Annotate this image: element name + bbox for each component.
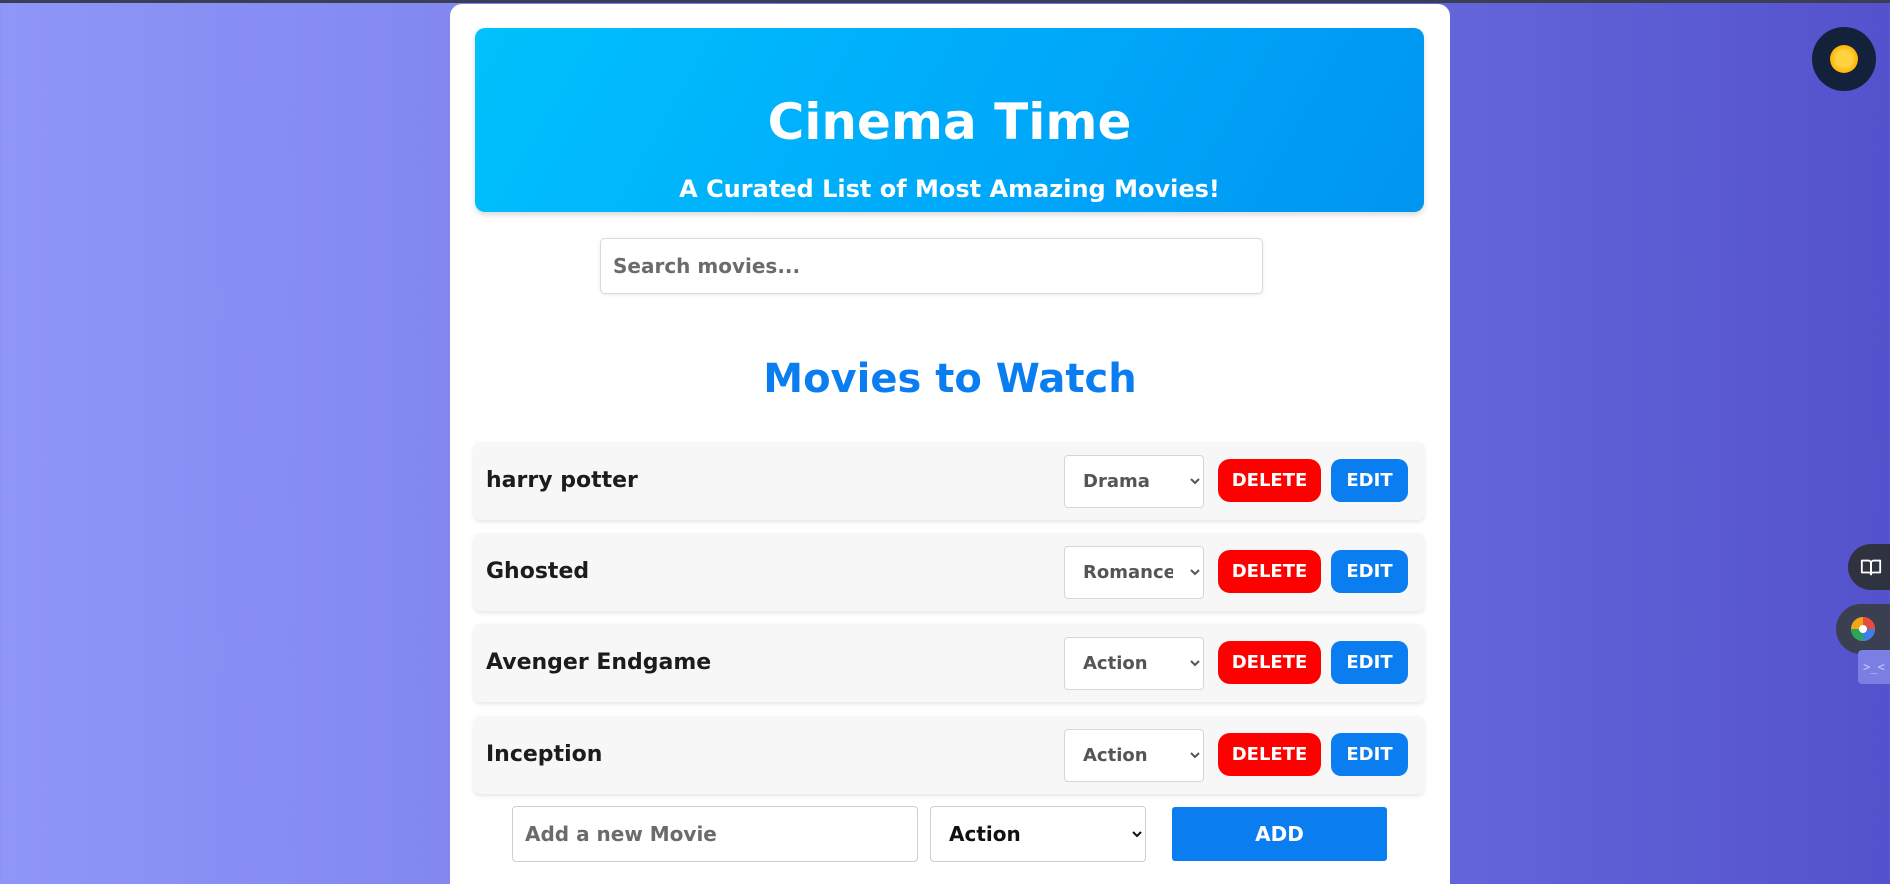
new-movie-input[interactable]	[512, 806, 918, 862]
reader-button[interactable]	[1848, 544, 1890, 590]
movie-row: Inception Action DELETE EDIT	[474, 716, 1424, 794]
page-title: Cinema Time	[767, 93, 1132, 151]
movie-row: Ghosted Romance DELETE EDIT	[474, 533, 1424, 611]
color-wheel-icon	[1851, 617, 1875, 641]
delete-button[interactable]: DELETE	[1218, 550, 1321, 593]
browser-top-border	[0, 0, 1890, 3]
extension-button[interactable]	[1836, 604, 1890, 654]
genre-select[interactable]: Action	[1064, 637, 1204, 690]
movie-name: Inception	[486, 742, 603, 767]
movie-name: Avenger Endgame	[486, 650, 712, 675]
sun-icon	[1830, 45, 1858, 73]
edit-button[interactable]: EDIT	[1331, 733, 1408, 776]
movie-name: Ghosted	[486, 559, 590, 584]
genre-select[interactable]: Romance	[1064, 546, 1204, 599]
edit-button[interactable]: EDIT	[1331, 550, 1408, 593]
add-movie-button[interactable]: ADD	[1172, 807, 1387, 861]
movie-row: Avenger Endgame Action DELETE EDIT	[474, 624, 1424, 702]
edit-button[interactable]: EDIT	[1331, 459, 1408, 502]
edit-button[interactable]: EDIT	[1331, 641, 1408, 684]
page-subtitle: A Curated List of Most Amazing Movies!	[679, 175, 1220, 203]
main-card: Cinema Time A Curated List of Most Amazi…	[450, 4, 1450, 884]
delete-button[interactable]: DELETE	[1218, 459, 1321, 502]
search-input[interactable]	[600, 238, 1263, 294]
new-movie-genre-select[interactable]: Action	[930, 806, 1146, 862]
delete-button[interactable]: DELETE	[1218, 733, 1321, 776]
movie-row: harry potter Drama DELETE EDIT	[474, 442, 1424, 520]
hero-banner: Cinema Time A Curated List of Most Amazi…	[475, 28, 1424, 212]
list-title: Movies to Watch	[763, 356, 1137, 402]
theme-toggle-button[interactable]	[1812, 27, 1876, 91]
delete-button[interactable]: DELETE	[1218, 641, 1321, 684]
book-icon	[1860, 559, 1882, 576]
genre-select[interactable]: Action	[1064, 729, 1204, 782]
genre-select[interactable]: Drama	[1064, 455, 1204, 508]
movie-name: harry potter	[486, 468, 638, 493]
collapsed-side-tab[interactable]: >_<	[1858, 650, 1890, 684]
